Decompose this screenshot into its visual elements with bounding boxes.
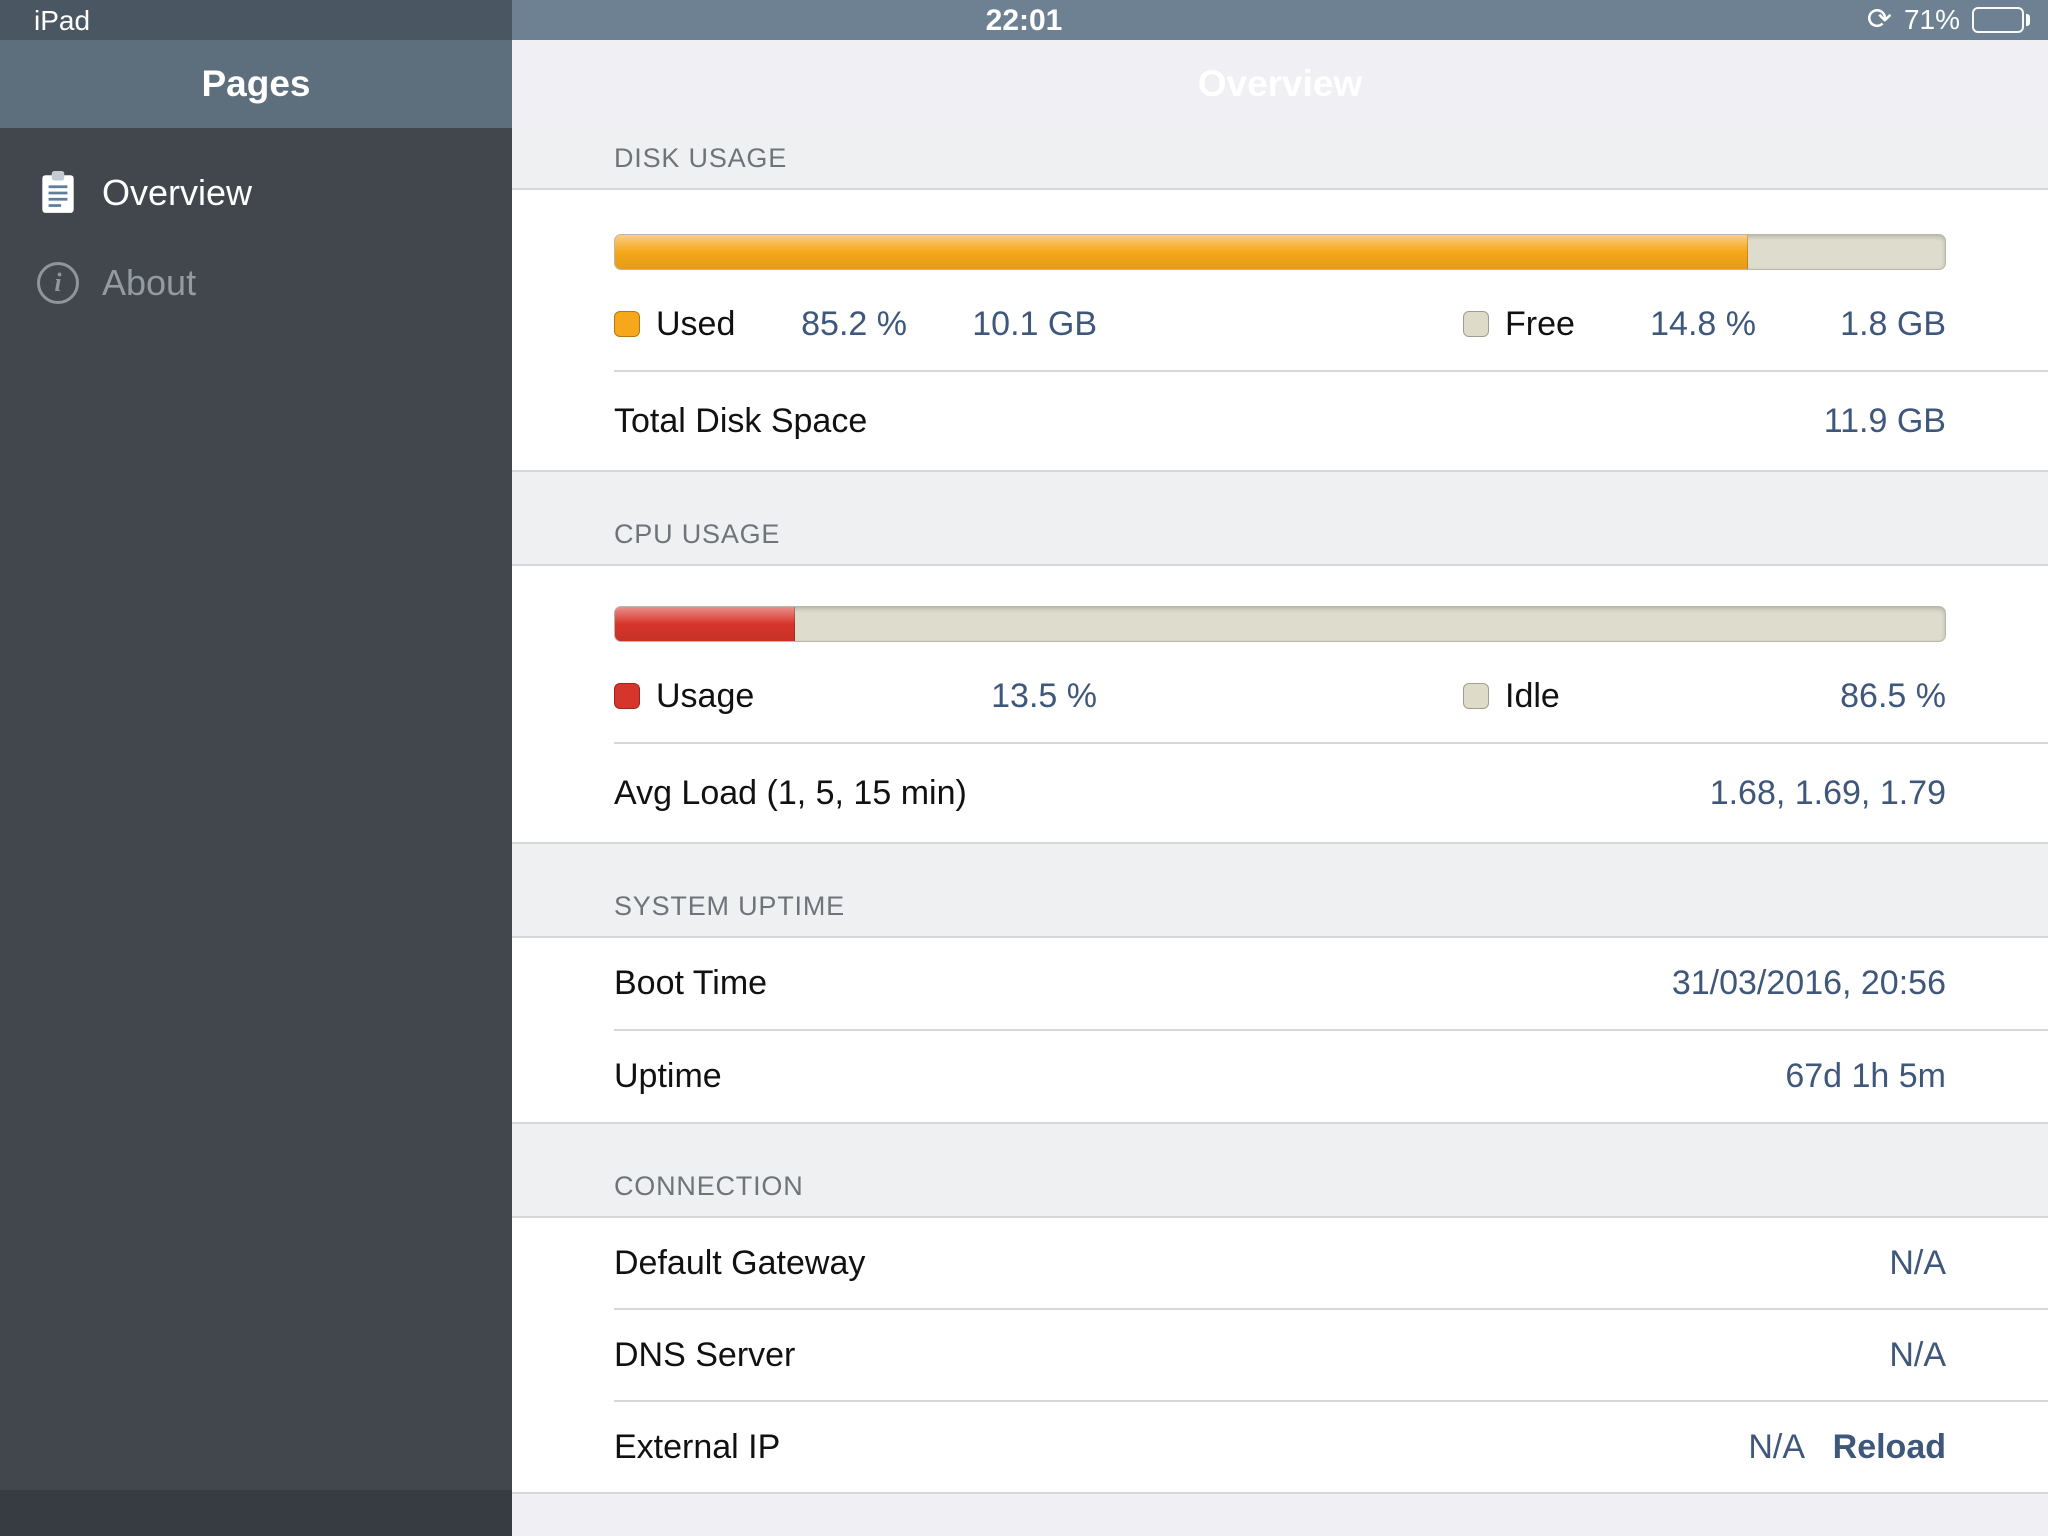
sidebar-item-about[interactable]: i About xyxy=(0,238,512,328)
table-row: Total Disk Space 11.9 GB xyxy=(512,372,2048,470)
cpu-legend: Usage 13.5 % Idle 86.5 % xyxy=(512,642,2048,716)
row-label: External IP xyxy=(614,1427,781,1466)
cpu-idle-label: Idle xyxy=(1505,677,1560,715)
disk-free-swatch xyxy=(1463,311,1489,337)
cpu-idle-swatch xyxy=(1463,683,1489,709)
row-value: 11.9 GB xyxy=(1823,401,1946,440)
section-title: SYSTEM UPTIME xyxy=(614,891,845,921)
row-label: Avg Load (1, 5, 15 min) xyxy=(614,773,967,812)
sidebar-item-label: Overview xyxy=(102,172,253,213)
cpu-usage-bar xyxy=(614,606,1946,642)
table-row: Uptime 67d 1h 5m xyxy=(512,1031,2048,1122)
external-ip-value: N/A xyxy=(1748,1427,1804,1466)
row-label: DNS Server xyxy=(614,1335,796,1374)
screen: Pages Overview iPad 22:01 ⟳ 71% Overview… xyxy=(0,0,2048,1536)
main-content: DISK USAGE Used 85.2 % 10.1 GB Free 14.8… xyxy=(512,128,2048,1536)
sidebar: Overview i About xyxy=(0,128,512,1536)
row-label: Uptime xyxy=(614,1057,722,1095)
info-icon: i xyxy=(30,262,86,304)
reload-button[interactable]: Reload xyxy=(1833,1428,1946,1466)
disk-free-label: Free xyxy=(1505,305,1575,343)
row-value: 67d 1h 5m xyxy=(1785,1057,1946,1095)
sidebar-item-label: About xyxy=(102,262,197,303)
disk-free-value: 1.8 GB xyxy=(1840,305,1946,343)
row-value: 31/03/2016, 20:56 xyxy=(1671,964,1946,1002)
disk-used-swatch xyxy=(614,311,640,337)
disk-used-label: Used xyxy=(656,305,736,343)
page-title: Overview xyxy=(512,40,2048,128)
row-value: 1.68, 1.69, 1.79 xyxy=(1709,773,1946,812)
cpu-idle-percent: 86.5 % xyxy=(1840,677,1946,715)
sidebar-item-overview[interactable]: Overview xyxy=(0,148,512,238)
top-bar: Pages Overview iPad 22:01 ⟳ 71% xyxy=(0,0,2048,128)
clipboard-icon xyxy=(30,170,86,216)
rotation-lock-icon: ⟳ xyxy=(1866,3,1892,36)
section-title: DISK USAGE xyxy=(614,142,788,173)
section-title: CPU USAGE xyxy=(614,519,781,549)
row-label: Total Disk Space xyxy=(614,401,868,440)
row-value: N/A xyxy=(1889,1335,1946,1374)
status-clock: 22:01 xyxy=(985,4,1063,37)
cpu-usage-label: Usage xyxy=(656,677,755,715)
cpu-usage-card: Usage 13.5 % Idle 86.5 % Avg Load (1, 5,… xyxy=(512,566,2048,844)
disk-usage-card: Used 85.2 % 10.1 GB Free 14.8 % 1.8 GB T… xyxy=(512,190,2048,472)
cpu-usage-swatch xyxy=(614,683,640,709)
main-header: Overview xyxy=(512,0,2048,128)
sidebar-footer xyxy=(0,1490,512,1536)
table-row: Boot Time 31/03/2016, 20:56 xyxy=(512,938,2048,1029)
sidebar-title: Pages xyxy=(201,63,311,104)
disk-used-percent: 85.2 % xyxy=(801,305,907,343)
section-header-disk-usage: DISK USAGE xyxy=(512,128,2048,190)
section-header-cpu-usage: CPU USAGE xyxy=(512,472,2048,566)
system-uptime-card: Boot Time 31/03/2016, 20:56 Uptime 67d 1… xyxy=(512,938,2048,1124)
section-title: CONNECTION xyxy=(614,1171,804,1201)
battery-percent: 71% xyxy=(1903,4,1960,35)
table-row: External IP N/A Reload xyxy=(512,1402,2048,1492)
disk-legend: Used 85.2 % 10.1 GB Free 14.8 % 1.8 GB xyxy=(512,270,2048,344)
cpu-usage-percent: 13.5 % xyxy=(991,677,1097,715)
disk-usage-bar xyxy=(614,234,1946,270)
row-label: Default Gateway xyxy=(614,1243,866,1282)
connection-card: Default Gateway N/A DNS Server N/A Exter… xyxy=(512,1218,2048,1494)
table-row: Avg Load (1, 5, 15 min) 1.68, 1.69, 1.79 xyxy=(512,744,2048,842)
row-value: N/A Reload xyxy=(1748,1428,1946,1467)
status-right-cluster: ⟳ 71% xyxy=(1867,4,2030,36)
disk-usage-bar-fill xyxy=(615,235,1749,269)
cpu-usage-bar-fill xyxy=(615,607,795,641)
section-header-connection: CONNECTION xyxy=(512,1124,2048,1218)
disk-free-percent: 14.8 % xyxy=(1650,305,1756,343)
battery-icon xyxy=(1972,7,2030,33)
status-device-label: iPad xyxy=(34,5,91,36)
section-header-system-uptime: SYSTEM UPTIME xyxy=(512,844,2048,938)
row-value: N/A xyxy=(1889,1243,1946,1282)
disk-used-value: 10.1 GB xyxy=(972,305,1097,343)
table-row: DNS Server N/A xyxy=(512,1310,2048,1400)
table-row: Default Gateway N/A xyxy=(512,1218,2048,1308)
row-label: Boot Time xyxy=(614,964,768,1002)
